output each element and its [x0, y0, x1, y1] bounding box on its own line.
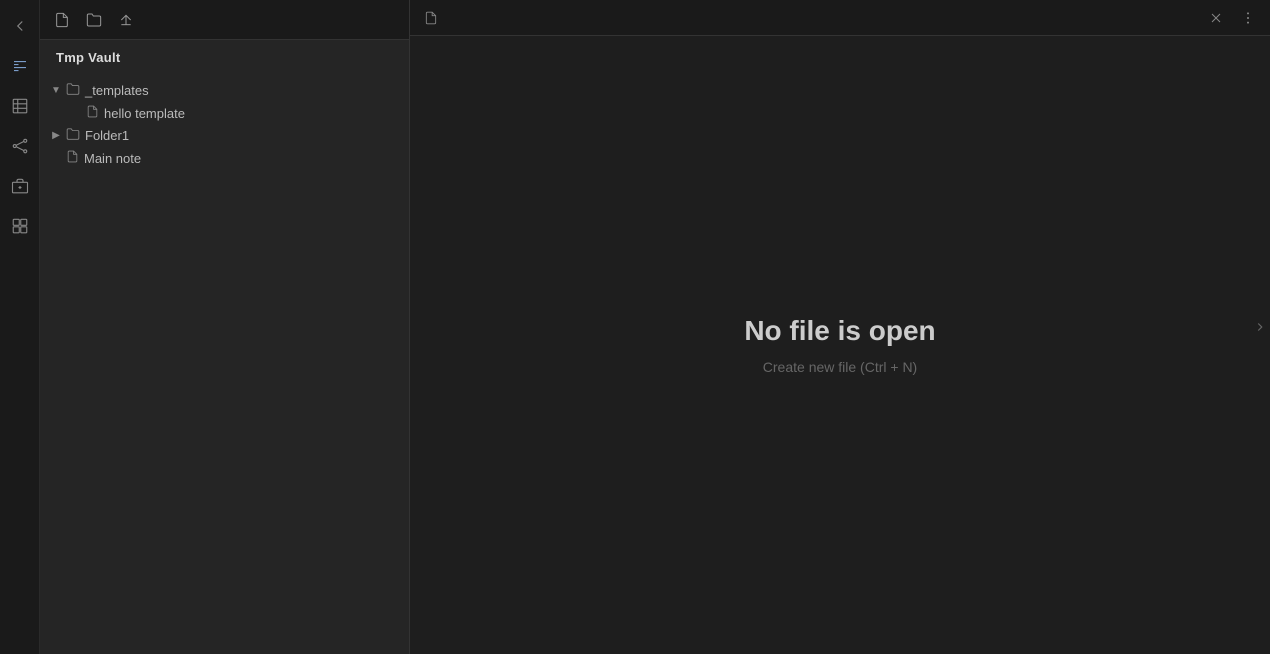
- no-file-subtitle: Create new file (Ctrl + N): [763, 359, 917, 375]
- icon-rail: [0, 0, 40, 654]
- template-icon[interactable]: [2, 48, 38, 84]
- tree-file-main-note[interactable]: ▶ Main note: [40, 147, 409, 169]
- new-folder-button[interactable]: [80, 6, 108, 34]
- editor-empty-state: No file is open Create new file (Ctrl + …: [410, 36, 1270, 654]
- templates-children: ▶ hello template: [40, 102, 409, 124]
- new-file-button[interactable]: [48, 6, 76, 34]
- file-explorer: Tmp Vault ▼ _templates ▶ hello template …: [40, 0, 410, 654]
- explorer-toolbar: [40, 0, 409, 40]
- hello-template-label: hello template: [104, 106, 401, 121]
- file-icon-2: [66, 150, 79, 166]
- tree-folder-folder1[interactable]: ▶ Folder1: [40, 124, 409, 147]
- sort-button[interactable]: [112, 6, 140, 34]
- tab-actions: [1202, 4, 1266, 32]
- tree-folder-templates[interactable]: ▼ _templates: [40, 79, 409, 102]
- main-note-label: Main note: [84, 151, 401, 166]
- collapse-sidebar-button[interactable]: [1250, 307, 1270, 347]
- more-options-button[interactable]: [1234, 4, 1262, 32]
- folder-open-icon: [66, 82, 80, 99]
- tree-file-hello-template[interactable]: ▶ hello template: [60, 102, 409, 124]
- file-tree: ▼ _templates ▶ hello template ▶ Folder1: [40, 75, 409, 654]
- graph-icon[interactable]: [2, 128, 38, 164]
- no-file-title: No file is open: [744, 315, 935, 347]
- tab-list: [414, 0, 448, 36]
- table-icon[interactable]: [2, 88, 38, 124]
- tree-folder-templates-label: _templates: [85, 83, 401, 98]
- folder1-label: Folder1: [85, 128, 401, 143]
- chevron-right-icon: ▶: [48, 128, 64, 144]
- editor-area: No file is open Create new file (Ctrl + …: [410, 0, 1270, 654]
- folder-icon: [66, 127, 80, 144]
- chevron-down-icon: ▼: [48, 83, 64, 99]
- close-editor-button[interactable]: [1202, 4, 1230, 32]
- editor-tab-new[interactable]: [414, 0, 448, 36]
- plugin-icon[interactable]: [2, 208, 38, 244]
- archive-icon[interactable]: [2, 168, 38, 204]
- editor-tab-bar: [410, 0, 1270, 36]
- file-icon: [86, 105, 99, 121]
- vault-name: Tmp Vault: [40, 40, 409, 75]
- back-icon[interactable]: [2, 8, 38, 44]
